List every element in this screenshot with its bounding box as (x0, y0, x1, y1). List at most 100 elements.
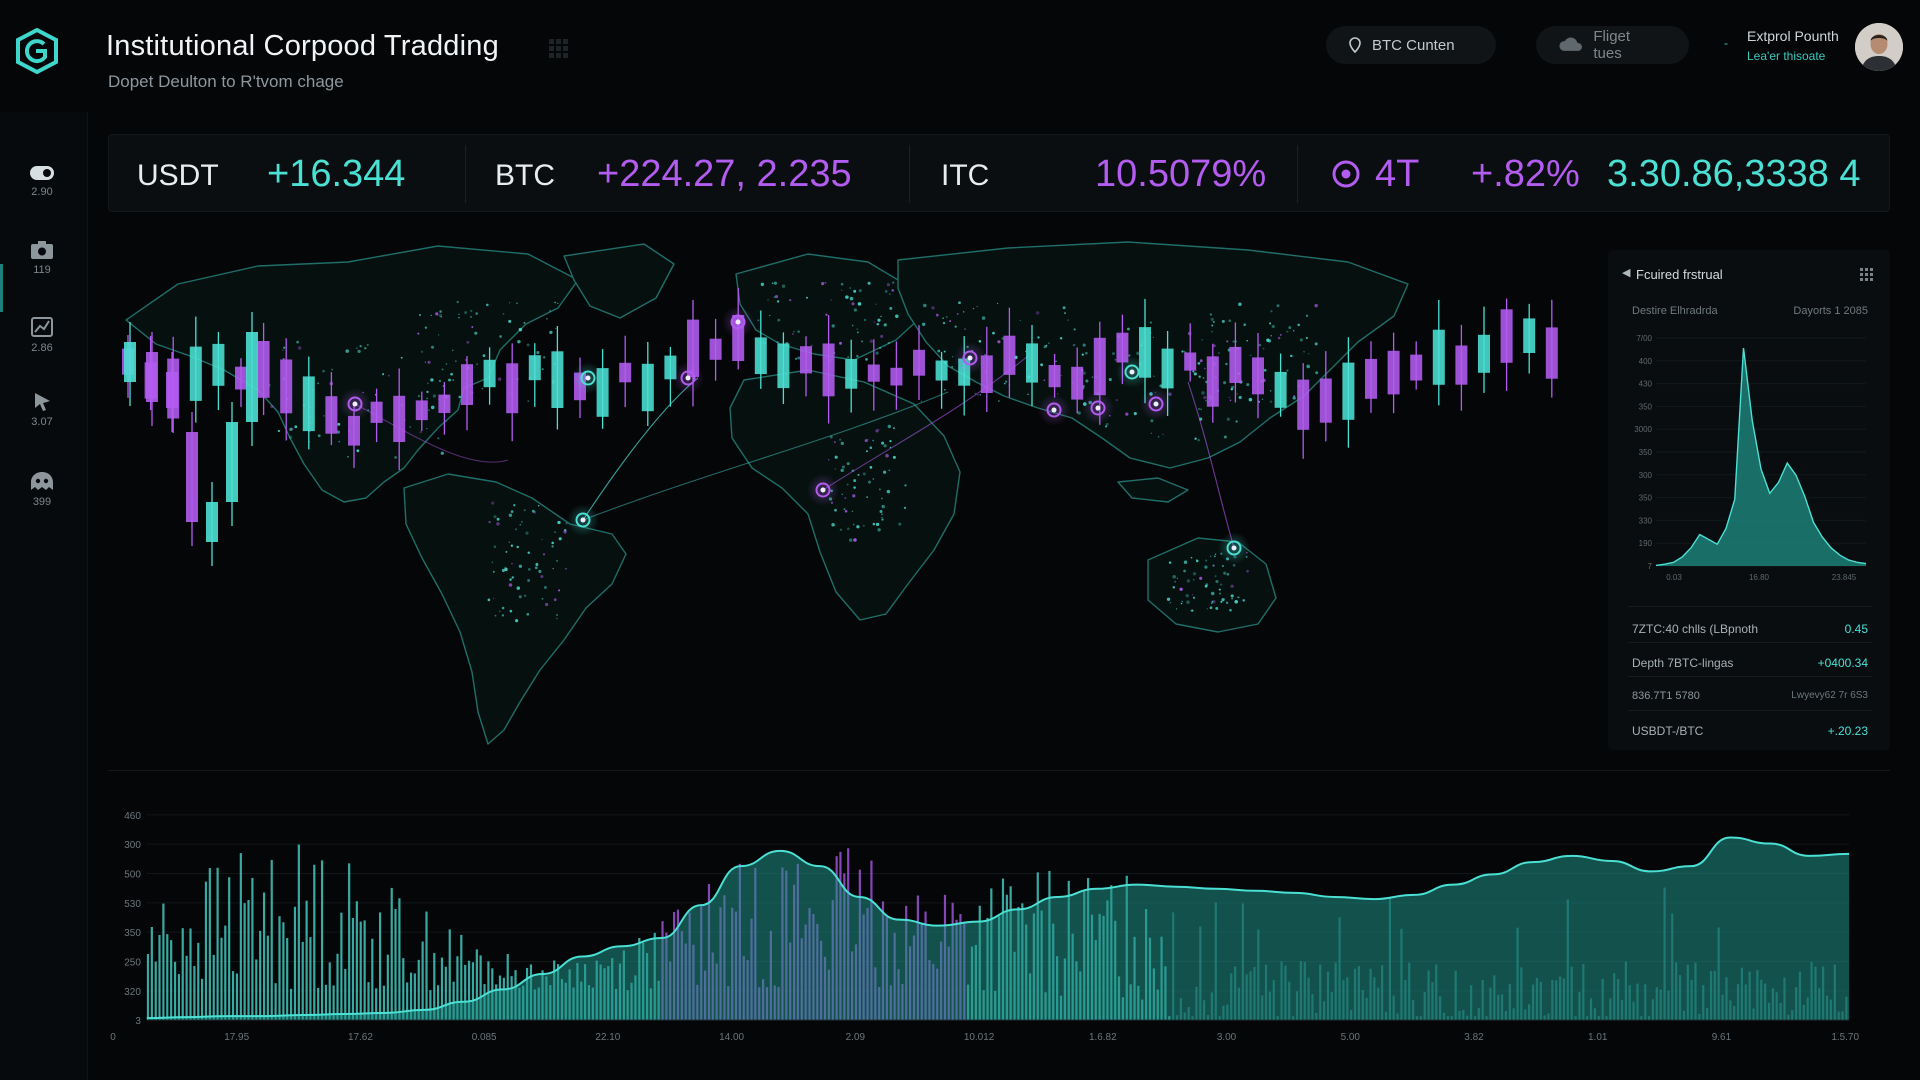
city-light-dot (884, 345, 886, 347)
city-light-dot (338, 440, 341, 443)
location-marker[interactable] (954, 342, 986, 374)
city-light-dot (563, 530, 567, 534)
city-light-dot (417, 394, 421, 398)
x-tick-label: 1.01 (1588, 1032, 1608, 1043)
location-marker[interactable] (339, 388, 371, 420)
city-light-dot (296, 340, 299, 344)
city-light-dot (892, 281, 895, 284)
city-light-dot (1062, 306, 1066, 310)
city-light-dot (1276, 304, 1280, 308)
location-marker[interactable] (1140, 388, 1172, 420)
city-light-dot (534, 566, 538, 570)
chevron-left-icon[interactable]: ◀ (1622, 266, 1630, 279)
city-light-dot (557, 520, 561, 525)
candle-down (461, 364, 473, 405)
location-marker[interactable] (567, 504, 599, 536)
city-light-dot (1126, 327, 1130, 331)
city-light-dot (1191, 609, 1194, 612)
location-marker[interactable] (1082, 392, 1114, 424)
panel-row[interactable]: Depth 7BTC-lingas +0400.34 (1632, 656, 1868, 670)
volume-chart[interactable]: 460 300 500 530 350 250 320 3 0 17.95 17.62 0.085 22… (108, 770, 1890, 1070)
city-light-dot (1219, 592, 1222, 595)
city-light-dot (1267, 339, 1272, 343)
panel-row[interactable]: USBDT-/BTC +.20.23 (1632, 724, 1868, 738)
ticker-label-itc[interactable]: ITC (941, 159, 989, 193)
city-light-dot (1193, 372, 1197, 376)
avatar-image (1855, 23, 1903, 71)
city-light-dot (831, 523, 835, 527)
world-map[interactable] (108, 232, 1608, 762)
ticker-divider (465, 145, 466, 203)
city-light-dot (464, 311, 468, 314)
marker-core (1051, 407, 1057, 413)
city-light-dot (548, 309, 552, 312)
city-light-dot (357, 349, 361, 354)
figures-button[interactable]: Fliget tues (1536, 26, 1689, 64)
volume-bar (313, 864, 316, 1021)
location-marker[interactable] (807, 474, 839, 506)
candle-up (1478, 334, 1490, 373)
city-light-dot (1308, 353, 1310, 355)
city-light-dot (509, 578, 512, 581)
city-light-dot (558, 589, 561, 592)
candle-down (393, 395, 406, 442)
location-marker[interactable] (722, 306, 754, 338)
location-marker[interactable] (1218, 532, 1250, 564)
city-light-dot (831, 324, 835, 328)
volume-bar (193, 966, 196, 1021)
y-tick-label: 430 (1639, 380, 1653, 389)
sidebar-item-alien[interactable]: 399 (20, 470, 64, 530)
y-tick-label: 250 (124, 957, 141, 968)
sidebar-item-chart[interactable]: 2.86 (20, 316, 64, 376)
city-light-dot (1261, 398, 1264, 400)
marker-core (585, 375, 591, 381)
candle-down (257, 341, 270, 398)
city-light-dot (439, 310, 442, 313)
ticker-label-4t[interactable]: 4T (1375, 153, 1419, 196)
city-light-dot (1073, 328, 1076, 331)
grid-menu-icon[interactable] (1860, 268, 1874, 282)
city-light-dot (527, 551, 530, 554)
city-light-dot (852, 494, 856, 498)
depth-area-chart[interactable]: 7/00 400 430 350 3000 350 300 350 330 190 7 0.03 16.… (1622, 330, 1876, 590)
city-light-dot (496, 522, 500, 526)
sidebar-item-camera[interactable]: 119 (20, 240, 64, 300)
city-light-dot (1277, 336, 1281, 340)
city-light-dot (851, 302, 855, 306)
grid-icon[interactable] (548, 38, 570, 60)
city-light-dot (883, 470, 887, 474)
city-light-dot (501, 606, 505, 610)
btc-filter-button[interactable]: BTC Cunten (1326, 26, 1496, 64)
city-light-dot (364, 347, 367, 350)
city-light-dot (981, 316, 986, 320)
city-light-dot (789, 298, 792, 302)
avatar[interactable] (1855, 23, 1903, 71)
ticker-label-usdt[interactable]: USDT (137, 159, 219, 193)
city-light-dot (501, 614, 505, 617)
city-light-dot (849, 287, 851, 289)
location-marker[interactable] (1038, 394, 1070, 426)
user-name[interactable]: Extprol Pounth (1747, 28, 1839, 44)
city-light-dot (945, 316, 948, 318)
location-marker[interactable] (1116, 356, 1148, 388)
city-light-dot (419, 430, 422, 434)
city-light-dot (1045, 344, 1048, 347)
candle-down (1365, 358, 1377, 399)
city-light-dot (1176, 577, 1179, 579)
ticker-label-btc[interactable]: BTC (495, 159, 555, 193)
panel-row[interactable]: 836.7T1 5780 Lwyevy62 7r 6S3 (1632, 690, 1868, 702)
panel-row[interactable]: 7ZTC:40 chlls (LBpnoth 0.45 (1632, 622, 1868, 636)
location-marker[interactable] (572, 362, 604, 394)
city-light-dot (1205, 400, 1207, 402)
location-marker[interactable] (672, 362, 704, 394)
city-light-dot (456, 300, 459, 304)
city-light-dot (1175, 608, 1178, 610)
sidebar-item-toggle[interactable]: 2.90 (20, 164, 64, 224)
sidebar-item-cursor[interactable]: 3.07 (20, 390, 64, 450)
city-light-dot (1027, 393, 1029, 396)
x-tick-label: 9.61 (1712, 1032, 1732, 1043)
app-logo-icon[interactable] (14, 28, 60, 74)
city-light-dot (356, 449, 360, 453)
city-light-dot (1072, 344, 1075, 347)
city-light-dot (1297, 323, 1300, 327)
